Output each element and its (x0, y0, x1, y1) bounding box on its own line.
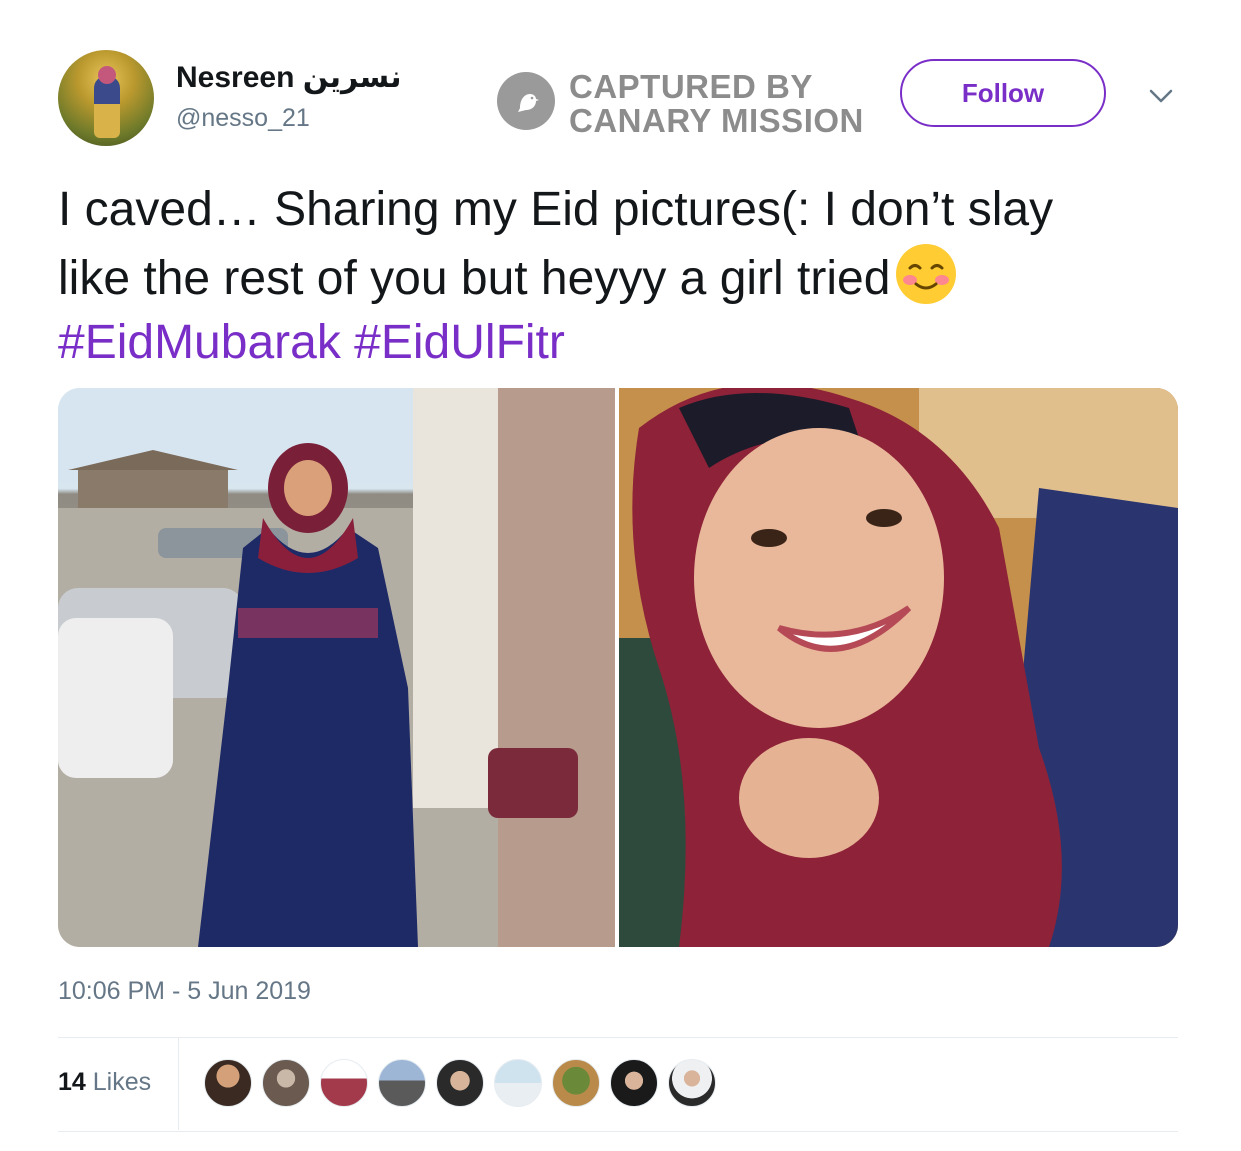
photo-outdoor-illustration (58, 388, 615, 947)
tweet-text-line-1: I caved… Sharing my Eid pictures(: I don… (58, 183, 1054, 236)
tweet-text-line-2-wrapper: like the rest of you but heyyy a girl tr… (58, 242, 1178, 311)
likes-label: Likes (92, 1068, 152, 1096)
photo-selfie-illustration (619, 388, 1178, 947)
liker-avatar-6[interactable] (494, 1059, 542, 1107)
liker-avatar-4[interactable] (378, 1059, 426, 1107)
liker-avatar-8[interactable] (610, 1059, 658, 1107)
hashtag-eid-ul-fitr[interactable]: #EidUlFitr (354, 316, 565, 369)
canary-bird-icon (497, 72, 555, 130)
smiling-face-with-blush-icon (896, 244, 957, 304)
avatar-figure (94, 76, 120, 138)
photo-selfie-closeup[interactable] (619, 388, 1178, 947)
hashtag-eid-mubarak[interactable]: #EidMubarak (58, 316, 341, 369)
likes-separator (178, 1038, 179, 1130)
divider-bottom (58, 1131, 1178, 1132)
canary-mission-watermark: CAPTURED BY CANARY MISSION (497, 68, 887, 139)
tweet-hashtags: #EidMubarak #EidUlFitr (58, 311, 1178, 375)
follow-button[interactable]: Follow (900, 59, 1106, 127)
photo-outdoor-full-length[interactable] (58, 388, 615, 947)
chevron-down-icon[interactable] (1148, 86, 1174, 106)
author-display-name[interactable]: Nesreen نسرين (176, 60, 401, 95)
liker-avatar-3[interactable] (320, 1059, 368, 1107)
author-handle[interactable]: @nesso_21 (176, 104, 310, 133)
watermark-line-2: CANARY MISSION (569, 102, 864, 139)
tweet-text-line-2: like the rest of you but heyyy a girl tr… (58, 252, 891, 305)
tweet-timestamp[interactable]: 10:06 PM - 5 Jun 2019 (58, 977, 311, 1006)
liker-avatar-2[interactable] (262, 1059, 310, 1107)
author-avatar[interactable] (58, 50, 154, 146)
tweet-media (58, 388, 1178, 947)
divider-top (58, 1037, 1178, 1038)
liker-avatar-5[interactable] (436, 1059, 484, 1107)
liker-avatar-1[interactable] (204, 1059, 252, 1107)
tweet-text: I caved… Sharing my Eid pictures(: I don… (58, 178, 1178, 375)
likes-count[interactable]: 14 Likes (58, 1068, 151, 1097)
watermark-line-1: CAPTURED BY (569, 68, 813, 105)
liker-avatar-7[interactable] (552, 1059, 600, 1107)
likes-number: 14 (58, 1068, 86, 1096)
avatar-head (98, 66, 116, 84)
liker-avatar-9[interactable] (668, 1059, 716, 1107)
